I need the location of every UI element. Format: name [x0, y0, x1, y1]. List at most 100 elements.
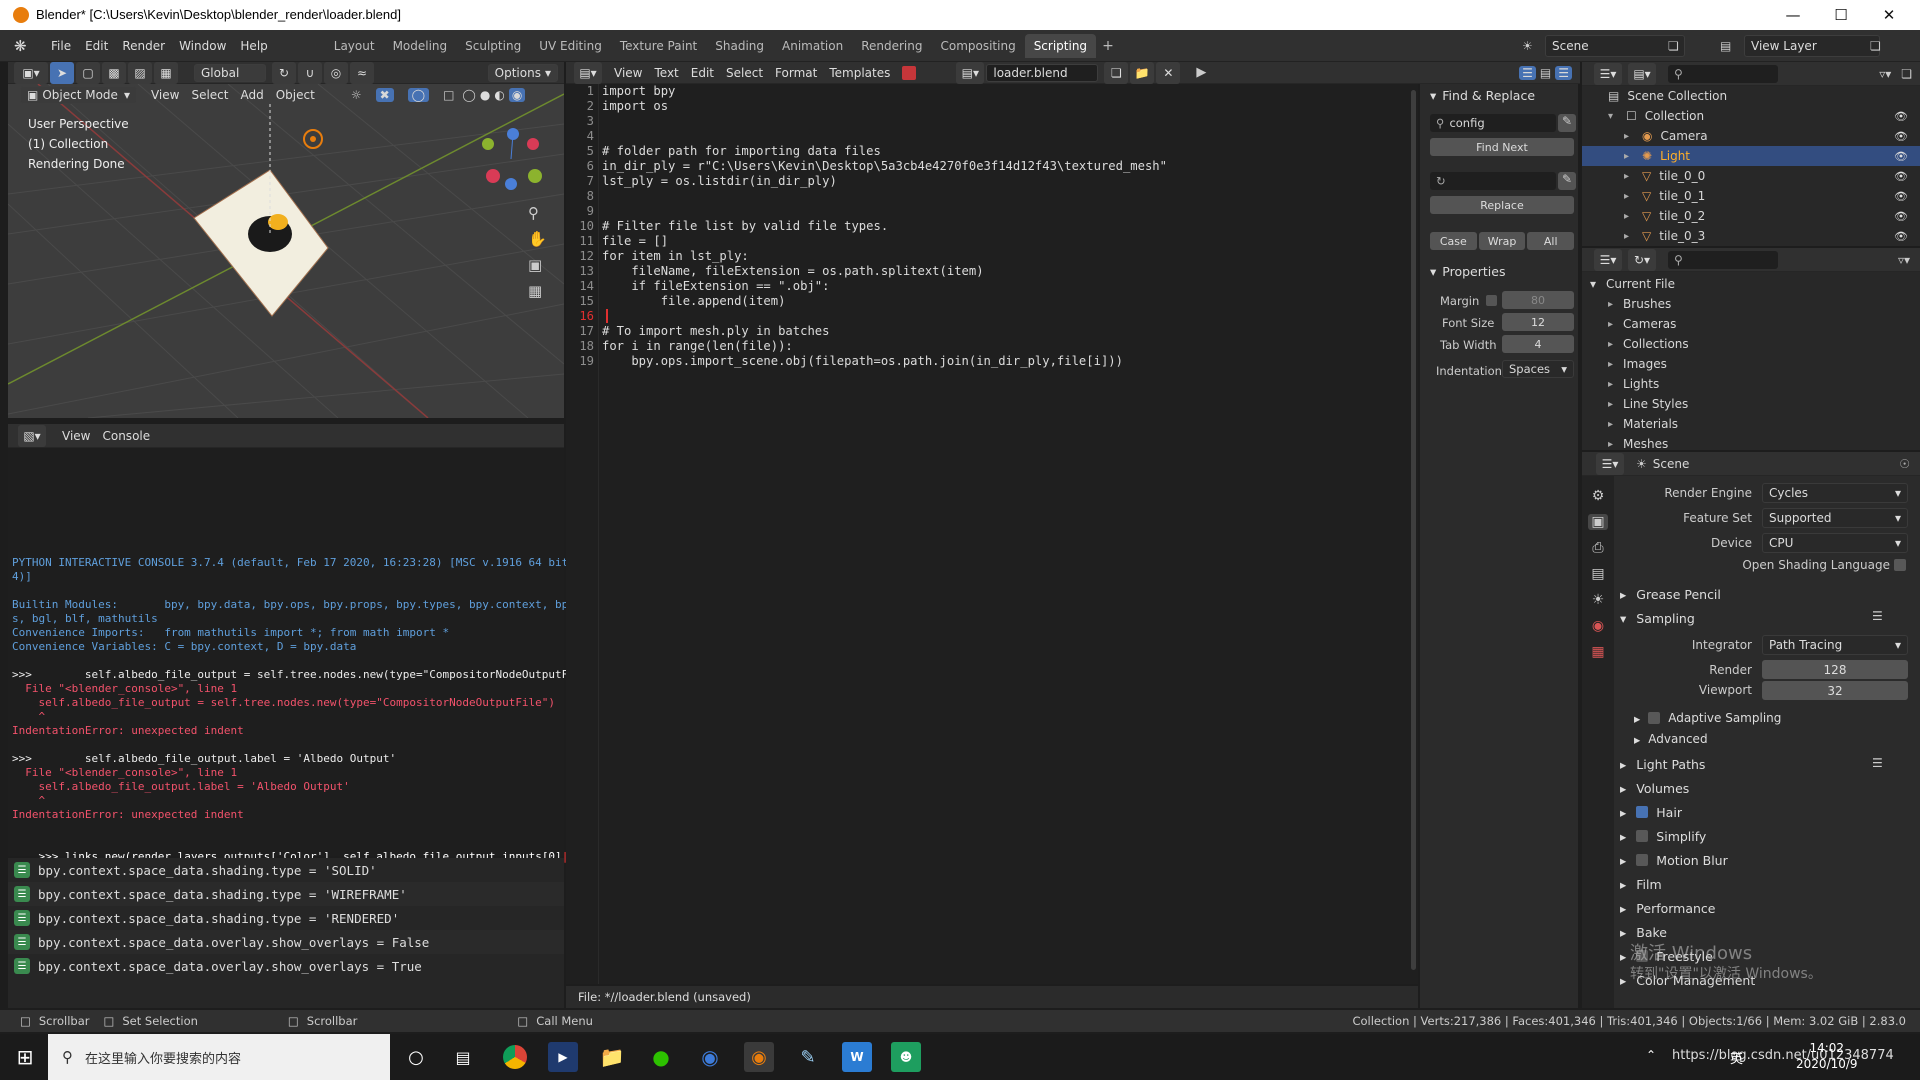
- subpanel-advanced[interactable]: ▸ Advanced: [1634, 729, 1708, 749]
- menu-help[interactable]: Help: [233, 35, 274, 57]
- panel-bake[interactable]: ▸ Bake: [1620, 922, 1667, 942]
- properties-panel-header[interactable]: ▾ Properties: [1430, 264, 1505, 279]
- task-view-icon[interactable]: ▤: [448, 1042, 478, 1072]
- cortana-icon[interactable]: ○: [401, 1042, 431, 1072]
- margin-field[interactable]: 80: [1502, 291, 1574, 309]
- overlay-icon[interactable]: ◯: [407, 88, 430, 102]
- gizmo-icon[interactable]: ✖: [375, 88, 394, 102]
- texture-tab-icon[interactable]: ▦: [1591, 644, 1604, 660]
- osl-checkbox[interactable]: [1894, 559, 1906, 571]
- outliner-row-collection[interactable]: ▾ ☐ Collection 👁: [1582, 106, 1920, 126]
- console-menu-console[interactable]: Console: [96, 425, 156, 447]
- taskbar-search[interactable]: ⚲ 在这里输入你要搜索的内容: [48, 1034, 390, 1080]
- outliner-row-light[interactable]: ▸ ✺ Light 👁: [1582, 146, 1920, 166]
- code-line[interactable]: for item in lst_ply:: [602, 249, 1167, 264]
- tab-rendering[interactable]: Rendering: [852, 34, 931, 58]
- viewport-menu-object[interactable]: Object: [270, 84, 321, 106]
- text-menu-templates[interactable]: Templates: [823, 62, 896, 84]
- expand-arrow-icon[interactable]: ▸: [1608, 399, 1613, 410]
- device-dropdown[interactable]: CPU ▾: [1762, 533, 1908, 553]
- data-filter-icon[interactable]: ▿▾: [1898, 253, 1910, 267]
- outliner-row-camera[interactable]: ▸ ◉ Camera 👁: [1582, 126, 1920, 146]
- notepad-icon[interactable]: ✎: [793, 1042, 823, 1072]
- visibility-eye-icon[interactable]: 👁: [1894, 110, 1908, 123]
- scene-selector[interactable]: Scene: [1545, 34, 1685, 57]
- duplicate-text-icon[interactable]: ❏: [1104, 61, 1129, 84]
- code-line[interactable]: # To import mesh.ply in batches: [602, 324, 1167, 339]
- world-tab-icon[interactable]: ◉: [1592, 618, 1604, 634]
- find-next-button[interactable]: Find Next: [1430, 138, 1574, 156]
- expand-arrow-icon[interactable]: ▾: [1608, 111, 1620, 122]
- outliner-filter-icon[interactable]: ▿▾: [1879, 67, 1891, 81]
- scene-tab-icon[interactable]: ☀: [1592, 592, 1605, 608]
- view-layer-tab-icon[interactable]: ▤: [1591, 566, 1604, 582]
- shading-rendered-icon[interactable]: ◉: [508, 88, 526, 102]
- data-row-line-styles[interactable]: ▸ Line Styles: [1582, 394, 1920, 414]
- tab-animation[interactable]: Animation: [773, 34, 852, 58]
- visibility-eye-icon[interactable]: 👁: [1894, 130, 1908, 143]
- data-row-collections[interactable]: ▸ Collections: [1582, 334, 1920, 354]
- data-display-mode-icon[interactable]: ↻▾: [1628, 248, 1656, 271]
- maximize-button[interactable]: ☐: [1818, 0, 1864, 30]
- expand-arrow-icon[interactable]: ▸: [1608, 379, 1613, 390]
- windows-start-icon[interactable]: ⊞: [10, 1042, 40, 1072]
- text-menu-format[interactable]: Format: [769, 62, 823, 84]
- integrator-dropdown[interactable]: Path Tracing ▾: [1762, 635, 1908, 655]
- visibility-eye-icon[interactable]: 👁: [1894, 190, 1908, 203]
- options-dropdown[interactable]: Options ▾: [487, 63, 558, 82]
- run-script-icon[interactable]: ▶: [1196, 65, 1206, 80]
- code-line[interactable]: [602, 204, 1167, 219]
- code-line[interactable]: # folder path for importing data files: [602, 144, 1167, 159]
- code-line[interactable]: in_dir_ply = r"C:\Users\Kevin\Desktop\5a…: [602, 159, 1167, 174]
- outliner-row-tile-0-2[interactable]: ▸ ▽ tile_0_2 👁: [1582, 206, 1920, 226]
- find-eyedropper-icon[interactable]: ✎: [1558, 114, 1576, 132]
- text-menu-edit[interactable]: Edit: [685, 62, 720, 84]
- panel-motion-blur[interactable]: ▸ Motion Blur: [1620, 850, 1728, 870]
- display-mode-icon[interactable]: ▤▾: [1628, 62, 1656, 85]
- margin-checkbox[interactable]: [1486, 295, 1497, 306]
- tab-modeling[interactable]: Modeling: [384, 34, 457, 58]
- mode-subtract-icon[interactable]: ▨: [128, 61, 152, 84]
- outliner-row-tile-0-1[interactable]: ▸ ▽ tile_0_1 👁: [1582, 186, 1920, 206]
- code-line[interactable]: fileName, fileExtension = os.path.splite…: [602, 264, 1167, 279]
- minimize-button[interactable]: —: [1770, 0, 1816, 30]
- find-replace-panel-header[interactable]: ▾ Find & Replace: [1430, 88, 1535, 103]
- expand-arrow-icon[interactable]: ▸: [1608, 339, 1613, 350]
- file-explorer-icon[interactable]: 📁: [597, 1042, 627, 1072]
- find-input[interactable]: ⚲ config: [1430, 114, 1556, 132]
- menu-render[interactable]: Render: [115, 35, 172, 57]
- expand-arrow-icon[interactable]: ▸: [1624, 231, 1636, 242]
- view-layer-selector[interactable]: View Layer: [1744, 34, 1880, 57]
- mode-intersect-icon[interactable]: ▦: [154, 61, 178, 84]
- sampling-presets-icon[interactable]: ☰: [1872, 609, 1883, 623]
- data-row-brushes[interactable]: ▸ Brushes: [1582, 294, 1920, 314]
- view-layer-icon[interactable]: ▤: [1720, 39, 1731, 53]
- wechat-icon[interactable]: ●: [646, 1042, 676, 1072]
- code-line[interactable]: import bpy: [602, 84, 1167, 99]
- output-tab-icon[interactable]: ⎙: [1592, 540, 1603, 556]
- code-line[interactable]: import os: [602, 99, 1167, 114]
- data-row-meshes[interactable]: ▸ Meshes: [1582, 434, 1920, 450]
- unlink-text-icon[interactable]: ✕: [1156, 61, 1181, 84]
- line-numbers-toggle-icon[interactable]: ☰: [1519, 65, 1536, 80]
- select-tool-icon[interactable]: ➤: [50, 61, 74, 84]
- tab-shading[interactable]: Shading: [706, 34, 773, 58]
- text-filename-field[interactable]: loader.blend: [986, 63, 1099, 82]
- code-line[interactable]: if fileExtension == ".obj":: [602, 279, 1167, 294]
- expand-arrow-icon[interactable]: ▸: [1624, 131, 1636, 142]
- shading-solid-icon[interactable]: ●: [480, 88, 490, 102]
- proportional-edit-icon[interactable]: ◎: [324, 61, 348, 84]
- console-menu-view[interactable]: View: [56, 425, 96, 447]
- taskbar-clock[interactable]: 14:02 2020/10/9: [1796, 1040, 1858, 1072]
- panel-film[interactable]: ▸ Film: [1620, 874, 1662, 894]
- code-body[interactable]: import bpy import os # folder path for im…: [602, 84, 1167, 369]
- panel-checkbox[interactable]: [1636, 854, 1649, 866]
- outliner-row-tile-0-3[interactable]: ▸ ▽ tile_0_3 👁: [1582, 226, 1920, 246]
- select-box-icon[interactable]: ▢: [76, 61, 100, 84]
- camera-view-icon[interactable]: ▣: [528, 256, 547, 274]
- render-samples-field[interactable]: 128: [1762, 660, 1908, 679]
- light-paths-presets-icon[interactable]: ☰: [1872, 756, 1883, 770]
- object-mode-selector[interactable]: ▣ Object Mode ▾: [20, 86, 137, 104]
- open-text-icon[interactable]: 📁: [1130, 61, 1155, 84]
- code-line[interactable]: [602, 114, 1167, 129]
